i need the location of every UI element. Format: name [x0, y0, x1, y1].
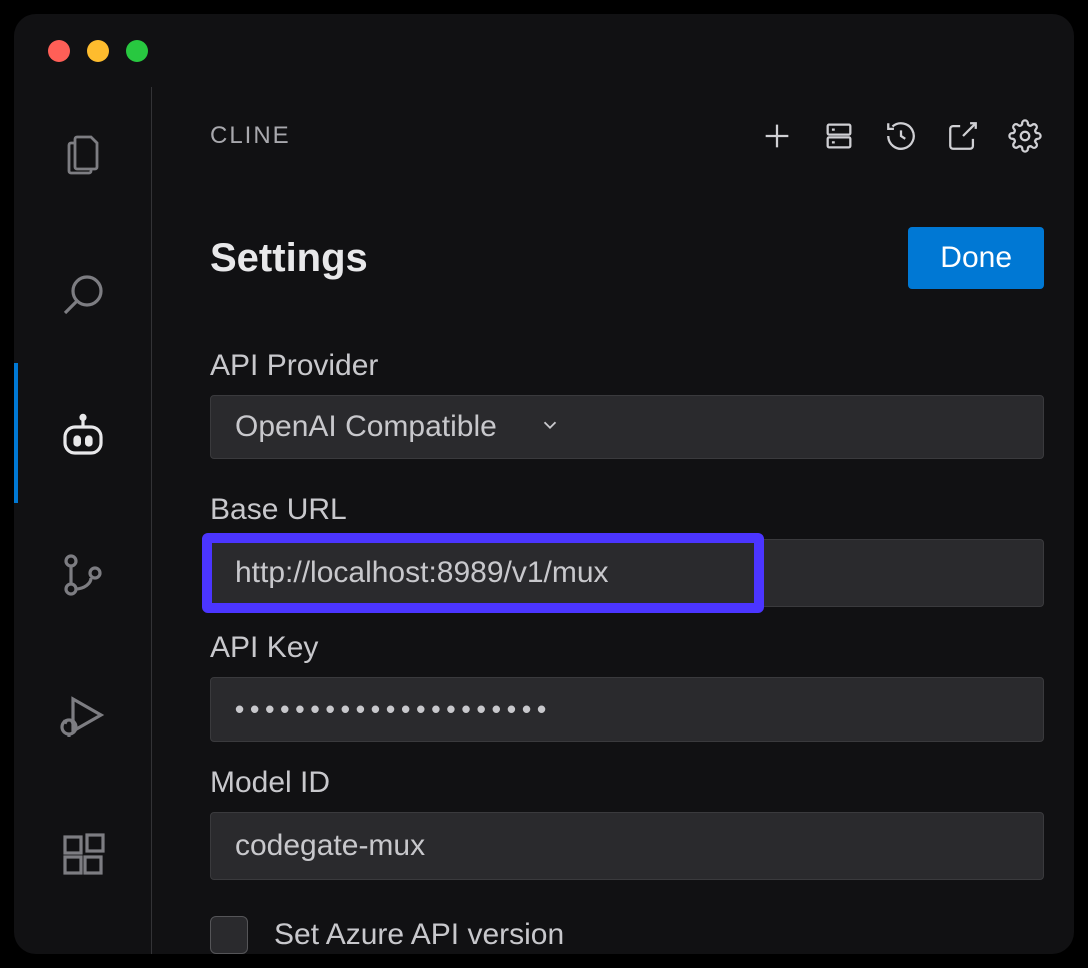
server-icon[interactable]	[820, 117, 858, 155]
settings-title: Settings	[210, 236, 368, 281]
open-external-icon[interactable]	[944, 117, 982, 155]
search-icon[interactable]	[55, 267, 111, 323]
app-window: CLINE	[14, 14, 1074, 954]
panel-actions	[758, 117, 1044, 155]
chevron-down-icon	[539, 410, 561, 444]
gear-icon[interactable]	[1006, 117, 1044, 155]
api-provider-select[interactable]: OpenAI Compatible	[210, 395, 1044, 459]
azure-checkbox[interactable]	[210, 916, 248, 954]
close-window-button[interactable]	[48, 40, 70, 62]
model-id-wrap	[210, 812, 1044, 880]
azure-checkbox-row: Set Azure API version	[210, 916, 1044, 954]
source-control-icon[interactable]	[55, 547, 111, 603]
api-key-input[interactable]	[210, 677, 1044, 742]
explorer-icon[interactable]	[55, 127, 111, 183]
titlebar	[14, 14, 1074, 87]
zoom-window-button[interactable]	[126, 40, 148, 62]
api-key-wrap	[210, 677, 1044, 742]
api-provider-value: OpenAI Compatible	[235, 410, 497, 444]
extensions-icon[interactable]	[55, 827, 111, 883]
model-id-input[interactable]	[210, 812, 1044, 880]
base-url-label: Base URL	[210, 493, 1044, 527]
model-id-label: Model ID	[210, 766, 1044, 800]
panel-title: CLINE	[210, 122, 291, 150]
base-url-wrap	[210, 539, 1044, 607]
run-debug-icon[interactable]	[55, 687, 111, 743]
base-url-input[interactable]	[210, 539, 1044, 607]
minimize-window-button[interactable]	[87, 40, 109, 62]
cline-icon[interactable]	[55, 407, 111, 463]
plus-icon[interactable]	[758, 117, 796, 155]
body-area: CLINE	[14, 87, 1074, 954]
panel-header: CLINE	[210, 117, 1044, 155]
history-icon[interactable]	[882, 117, 920, 155]
done-button[interactable]: Done	[908, 227, 1044, 289]
activity-bar	[14, 87, 152, 954]
api-key-label: API Key	[210, 631, 1044, 665]
settings-header: Settings Done	[210, 227, 1044, 289]
main-panel: CLINE	[152, 87, 1074, 954]
api-provider-label: API Provider	[210, 349, 1044, 383]
azure-checkbox-label: Set Azure API version	[274, 918, 564, 952]
